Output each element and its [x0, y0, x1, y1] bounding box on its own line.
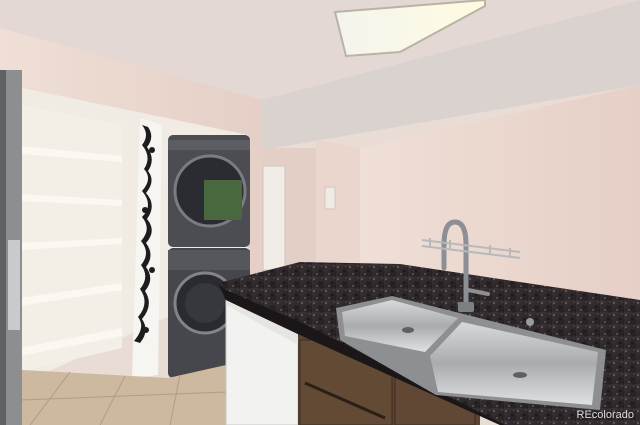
- dryer-window-reflection: [204, 180, 242, 220]
- soap-dispenser-cap: [526, 318, 534, 326]
- hallway-door: [262, 165, 286, 271]
- washer-control-panel: [168, 250, 250, 270]
- light-switch: [324, 186, 336, 210]
- kitchen-laundry-photo: REcolorado: [0, 0, 640, 425]
- watermark: REcolorado: [576, 409, 634, 421]
- photo-drawing: [0, 0, 640, 425]
